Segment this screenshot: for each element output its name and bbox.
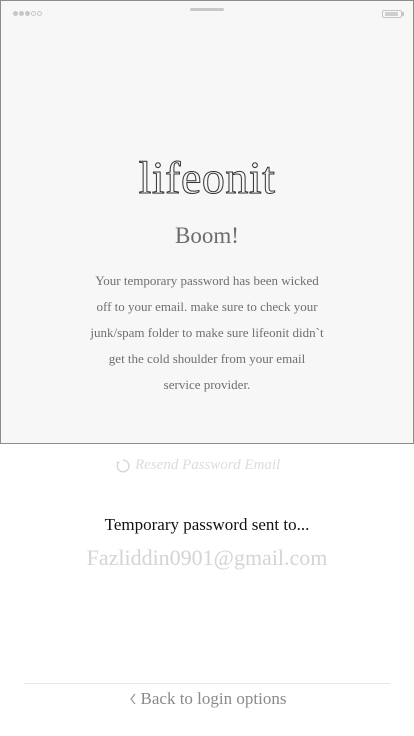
divider — [24, 683, 390, 684]
signal-dot — [31, 11, 36, 16]
back-label: Back to login options — [140, 689, 287, 708]
signal-indicator — [13, 11, 42, 16]
refresh-icon — [116, 458, 130, 472]
speaker-notch — [190, 8, 224, 11]
email-address: Fazliddin0901@gmail.com — [86, 545, 328, 570]
resend-password-button[interactable]: Resend Password Email — [115, 457, 280, 474]
chevron-left-icon — [129, 693, 136, 705]
battery-tip — [402, 12, 404, 16]
signal-dot — [13, 11, 18, 16]
app-logo: lifeonit — [138, 152, 276, 204]
battery-icon — [382, 10, 402, 18]
sent-to-label: Temporary password sent to... — [104, 515, 310, 534]
page-title: Boom! — [175, 223, 239, 248]
confirmation-message: Your temporary password has been wicked … — [90, 273, 324, 392]
back-to-login-button[interactable]: Back to login options — [0, 689, 414, 709]
hero-panel: lifeonit Boom! Your temporary password h… — [0, 0, 414, 444]
signal-dot — [19, 11, 24, 16]
resend-label: Resend Password Email — [135, 457, 281, 473]
signal-dot — [37, 11, 42, 16]
signal-dot — [25, 11, 30, 16]
